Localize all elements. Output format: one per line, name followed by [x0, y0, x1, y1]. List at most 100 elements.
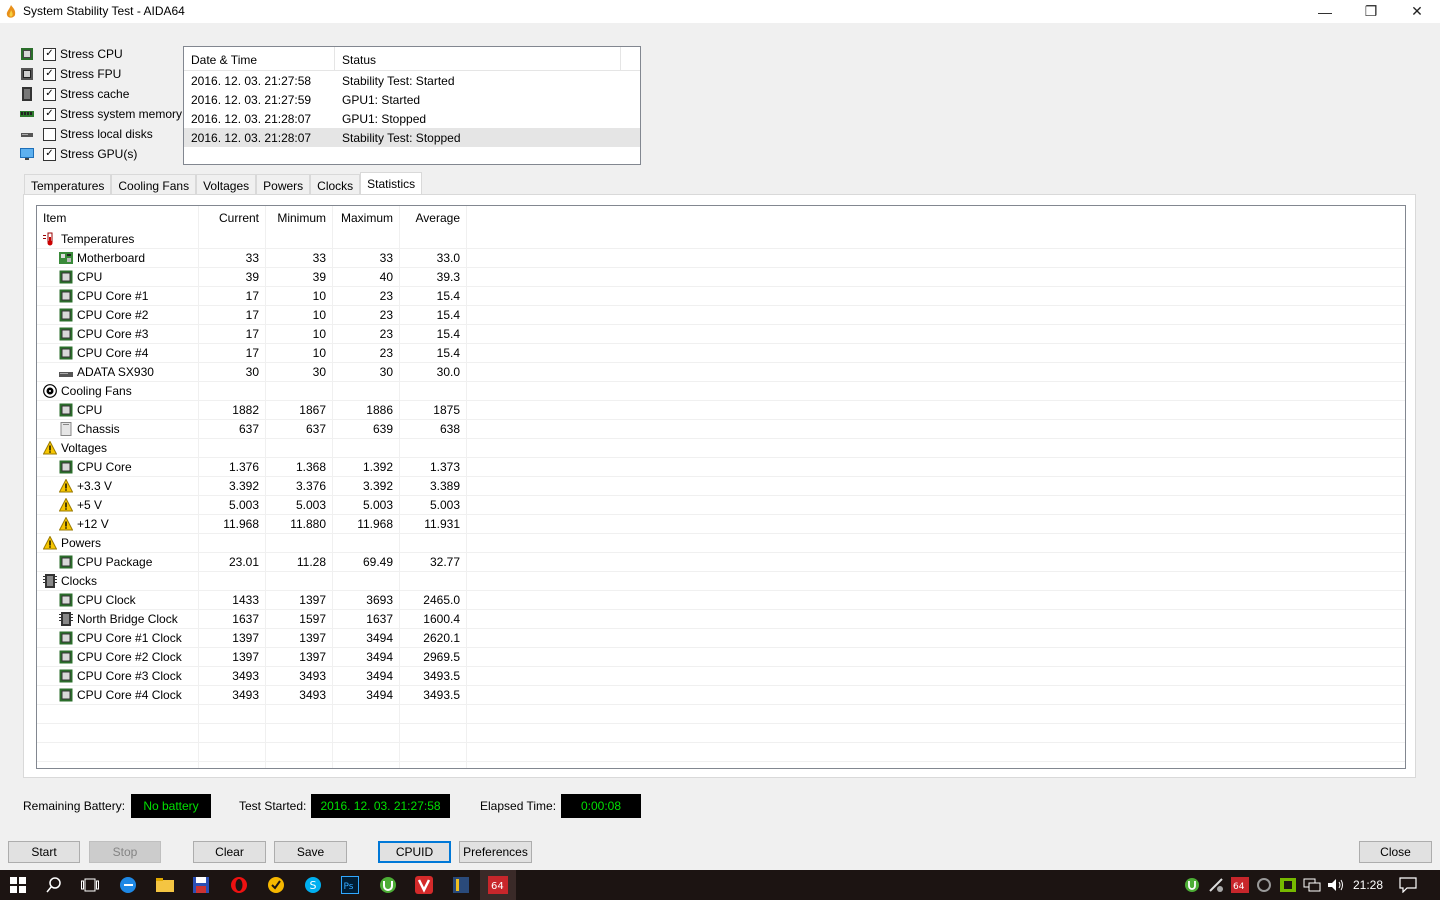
- monitor-icon: [20, 148, 34, 160]
- search-icon[interactable]: [36, 870, 72, 900]
- file-explorer-icon[interactable]: [147, 870, 183, 900]
- table-row[interactable]: CPU Core #4 Clock 3493 3493 3494 3493.5: [37, 686, 1405, 705]
- tab-clocks[interactable]: Clocks: [310, 174, 361, 195]
- cpu-chip-icon: [59, 631, 73, 645]
- volume-icon[interactable]: [1318, 870, 1354, 900]
- log-datetime: 2016. 12. 03. 21:28:07: [191, 130, 312, 145]
- stress-cache-checkbox[interactable]: ✓: [43, 87, 56, 101]
- vivaldi-icon[interactable]: [406, 870, 442, 900]
- table-row[interactable]: CPU Core #2 17 10 23 15.4: [37, 306, 1405, 325]
- cell-minimum: 10: [312, 346, 326, 360]
- utorrent-icon[interactable]: [370, 870, 406, 900]
- save-button[interactable]: Save: [274, 841, 347, 863]
- stop-button[interactable]: Stop: [89, 841, 161, 863]
- table-row-empty: [37, 724, 1405, 743]
- title-bar: System Stability Test - AIDA64 — ❐ ✕: [0, 0, 1440, 23]
- stress-fpu-checkbox[interactable]: ✓: [43, 67, 56, 81]
- table-row[interactable]: CPU Core #2 Clock 1397 1397 3494 2969.5: [37, 648, 1405, 667]
- table-row[interactable]: CPU 39 39 40 39.3: [37, 268, 1405, 287]
- memory-module-icon: [20, 111, 34, 117]
- svg-text:64: 64: [491, 881, 504, 892]
- table-row[interactable]: CPU Package 23.01 11.28 69.49 32.77: [37, 553, 1405, 572]
- warning-icon: [42, 535, 58, 550]
- photoshop-icon[interactable]: Ps: [332, 870, 368, 900]
- table-row[interactable]: +5 V 5.003 5.003 5.003 5.003: [37, 496, 1405, 515]
- cell-maximum: 1886: [366, 403, 393, 417]
- log-col-datetime[interactable]: Date & Time: [184, 47, 335, 70]
- cell-item-label: Chassis: [77, 422, 120, 436]
- app-icon[interactable]: [443, 870, 479, 900]
- table-row[interactable]: CPU Core #4 17 10 23 15.4: [37, 344, 1405, 363]
- table-group-row[interactable]: Temperatures: [37, 230, 1405, 249]
- table-group-row[interactable]: Voltages: [37, 439, 1405, 458]
- tab-voltages[interactable]: Voltages: [196, 174, 257, 195]
- table-row[interactable]: CPU Core 1.376 1.368 1.392 1.373: [37, 458, 1405, 477]
- table-row[interactable]: CPU Clock 1433 1397 3693 2465.0: [37, 591, 1405, 610]
- close-button[interactable]: Close: [1359, 841, 1432, 863]
- table-row[interactable]: ADATA SX930 30 30 30 30.0: [37, 363, 1405, 382]
- cell-minimum: 11.880: [290, 517, 326, 531]
- table-row[interactable]: CPU Core #3 17 10 23 15.4: [37, 325, 1405, 344]
- stress-cpu-option[interactable]: ✓ Stress CPU: [20, 45, 123, 63]
- edge-browser-icon[interactable]: [110, 870, 146, 900]
- stress-disks-option[interactable]: Stress local disks: [20, 125, 153, 143]
- table-row[interactable]: CPU Core #3 Clock 3493 3493 3494 3493.5: [37, 667, 1405, 686]
- table-group-row[interactable]: Powers: [37, 534, 1405, 553]
- stress-fpu-option[interactable]: ✓ Stress FPU: [20, 65, 121, 83]
- windows-start-icon[interactable]: [0, 870, 36, 900]
- table-row[interactable]: Motherboard 33 33 33 33.0: [37, 249, 1405, 268]
- floppy-app-icon[interactable]: [183, 870, 219, 900]
- clear-button[interactable]: Clear: [193, 841, 266, 863]
- log-col-status[interactable]: Status: [335, 47, 621, 70]
- minimize-button[interactable]: —: [1302, 0, 1348, 23]
- cell-minimum: 33: [312, 251, 326, 265]
- stress-cpu-checkbox[interactable]: ✓: [43, 47, 56, 61]
- table-row[interactable]: Chassis 637 637 639 638: [37, 420, 1405, 439]
- log-row[interactable]: 2016. 12. 03. 21:28:07 GPU1: Stopped: [184, 109, 640, 128]
- col-maximum[interactable]: Maximum: [332, 211, 399, 225]
- statistics-table[interactable]: Item Current Minimum Maximum Average Tem…: [36, 205, 1406, 769]
- tab-cooling-fans[interactable]: Cooling Fans: [111, 174, 197, 195]
- col-current[interactable]: Current: [198, 211, 265, 225]
- skype-icon[interactable]: S: [295, 870, 331, 900]
- table-group-row[interactable]: Cooling Fans: [37, 382, 1405, 401]
- stress-gpu-option[interactable]: ✓ Stress GPU(s): [20, 145, 137, 163]
- stress-memory-label: Stress system memory: [60, 107, 183, 121]
- stress-cache-option[interactable]: ✓ Stress cache: [20, 85, 129, 103]
- tab-powers[interactable]: Powers: [256, 174, 311, 195]
- maximize-button[interactable]: ❐: [1348, 0, 1394, 23]
- stress-gpu-checkbox[interactable]: ✓: [43, 147, 56, 161]
- taskbar-clock[interactable]: 21:28: [1353, 878, 1383, 892]
- table-row[interactable]: CPU 1882 1867 1886 1875: [37, 401, 1405, 420]
- col-minimum[interactable]: Minimum: [265, 211, 332, 225]
- event-log[interactable]: Date & Time Status 2016. 12. 03. 21:27:5…: [183, 46, 641, 165]
- col-average[interactable]: Average: [399, 211, 466, 225]
- norton-icon[interactable]: [258, 870, 294, 900]
- stress-memory-option[interactable]: ✓ Stress system memory: [20, 105, 182, 123]
- task-view-icon[interactable]: [72, 870, 108, 900]
- preferences-button[interactable]: Preferences: [459, 841, 532, 863]
- motherboard-icon: [59, 251, 73, 265]
- table-row[interactable]: +12 V 11.968 11.880 11.968 11.931: [37, 515, 1405, 534]
- notifications-icon[interactable]: [1390, 870, 1426, 900]
- table-row[interactable]: North Bridge Clock 1637 1597 1637 1600.4: [37, 610, 1405, 629]
- opera-icon[interactable]: [221, 870, 257, 900]
- cell-current: 5.003: [228, 498, 259, 512]
- aida64-icon[interactable]: 64: [480, 870, 516, 900]
- close-window-button[interactable]: ✕: [1394, 0, 1440, 23]
- cell-item: +12 V: [37, 516, 198, 531]
- table-row[interactable]: CPU Core #1 Clock 1397 1397 3494 2620.1: [37, 629, 1405, 648]
- col-item[interactable]: Item: [37, 211, 198, 225]
- tab-statistics[interactable]: Statistics: [360, 172, 423, 195]
- table-row[interactable]: CPU Core #1 17 10 23 15.4: [37, 287, 1405, 306]
- log-row[interactable]: 2016. 12. 03. 21:27:58 Stability Test: S…: [184, 71, 640, 90]
- stress-disks-checkbox[interactable]: [43, 127, 56, 141]
- start-button[interactable]: Start: [8, 841, 80, 863]
- tab-temperatures[interactable]: Temperatures: [24, 174, 112, 195]
- stress-memory-checkbox[interactable]: ✓: [43, 107, 56, 121]
- log-row-selected[interactable]: 2016. 12. 03. 21:28:07 Stability Test: S…: [184, 128, 640, 147]
- log-row[interactable]: 2016. 12. 03. 21:27:59 GPU1: Started: [184, 90, 640, 109]
- cpuid-button[interactable]: CPUID: [378, 841, 451, 863]
- table-row[interactable]: +3.3 V 3.392 3.376 3.392 3.389: [37, 477, 1405, 496]
- table-group-row[interactable]: Clocks: [37, 572, 1405, 591]
